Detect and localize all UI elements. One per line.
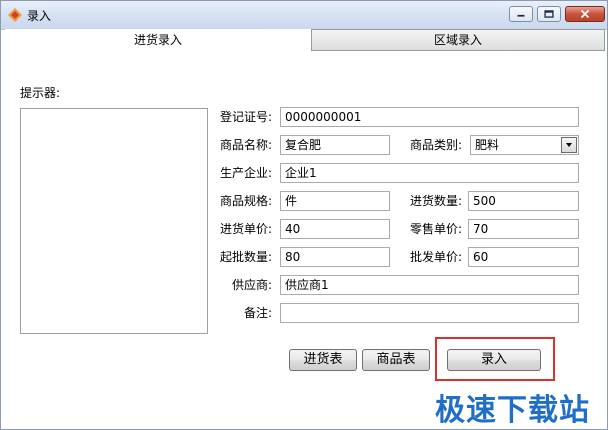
product-table-button[interactable]: 商品表 [362, 349, 430, 371]
category-label: 商品类别: [410, 138, 463, 152]
spec-field[interactable]: 件 [280, 191, 390, 211]
supplier-field[interactable]: 供应商1 [280, 275, 579, 295]
entry-window: 录入 进货录入 区域录入 提示器: 登记证号: 0000000001 商品名称:… [0, 0, 608, 430]
minimize-icon [517, 14, 525, 17]
app-icon [8, 8, 22, 22]
title-bar[interactable]: 录入 [1, 1, 607, 30]
manufacturer-field[interactable]: 企业1 [280, 163, 579, 183]
maximize-icon [544, 10, 554, 18]
close-icon [580, 9, 590, 19]
maximize-button[interactable] [537, 6, 561, 22]
retail-price-field[interactable]: 70 [468, 219, 579, 239]
hint-label: 提示器: [20, 86, 61, 100]
category-select[interactable]: 肥料 [470, 135, 579, 155]
chevron-down-icon [566, 143, 572, 147]
product-name-field[interactable]: 复合肥 [280, 135, 390, 155]
remark-field[interactable] [280, 303, 579, 323]
dropdown-arrow[interactable] [561, 137, 577, 153]
purchase-qty-label: 进货数量: [410, 194, 463, 208]
tab-region-entry[interactable]: 区域录入 [311, 29, 605, 51]
purchase-price-field[interactable]: 40 [280, 219, 390, 239]
watermark-text: 极速下载站 [435, 393, 590, 428]
manufacturer-label: 生产企业: [220, 166, 273, 180]
spec-label: 商品规格: [220, 194, 273, 208]
supplier-label: 供应商: [232, 278, 273, 292]
wholesale-price-field[interactable]: 60 [468, 247, 579, 267]
hint-panel [20, 108, 208, 334]
reg-no-label: 登记证号: [220, 110, 273, 124]
purchase-price-label: 进货单价: [220, 222, 273, 236]
remark-label: 备注: [244, 306, 273, 320]
category-value: 肥料 [475, 138, 500, 152]
window-title: 录入 [27, 9, 52, 23]
minimize-button[interactable] [509, 6, 533, 22]
min-qty-field[interactable]: 80 [280, 247, 390, 267]
tab-purchase-entry[interactable]: 进货录入 [5, 29, 311, 51]
reg-no-field[interactable]: 0000000001 [280, 107, 579, 127]
retail-price-label: 零售单价: [410, 222, 463, 236]
wholesale-price-label: 批发单价: [410, 250, 463, 264]
purchase-table-button[interactable]: 进货表 [289, 349, 357, 371]
min-qty-label: 起批数量: [220, 250, 273, 264]
product-name-label: 商品名称: [220, 138, 273, 152]
highlight-box [435, 337, 555, 381]
purchase-qty-field[interactable]: 500 [468, 191, 579, 211]
close-button[interactable] [565, 6, 605, 22]
